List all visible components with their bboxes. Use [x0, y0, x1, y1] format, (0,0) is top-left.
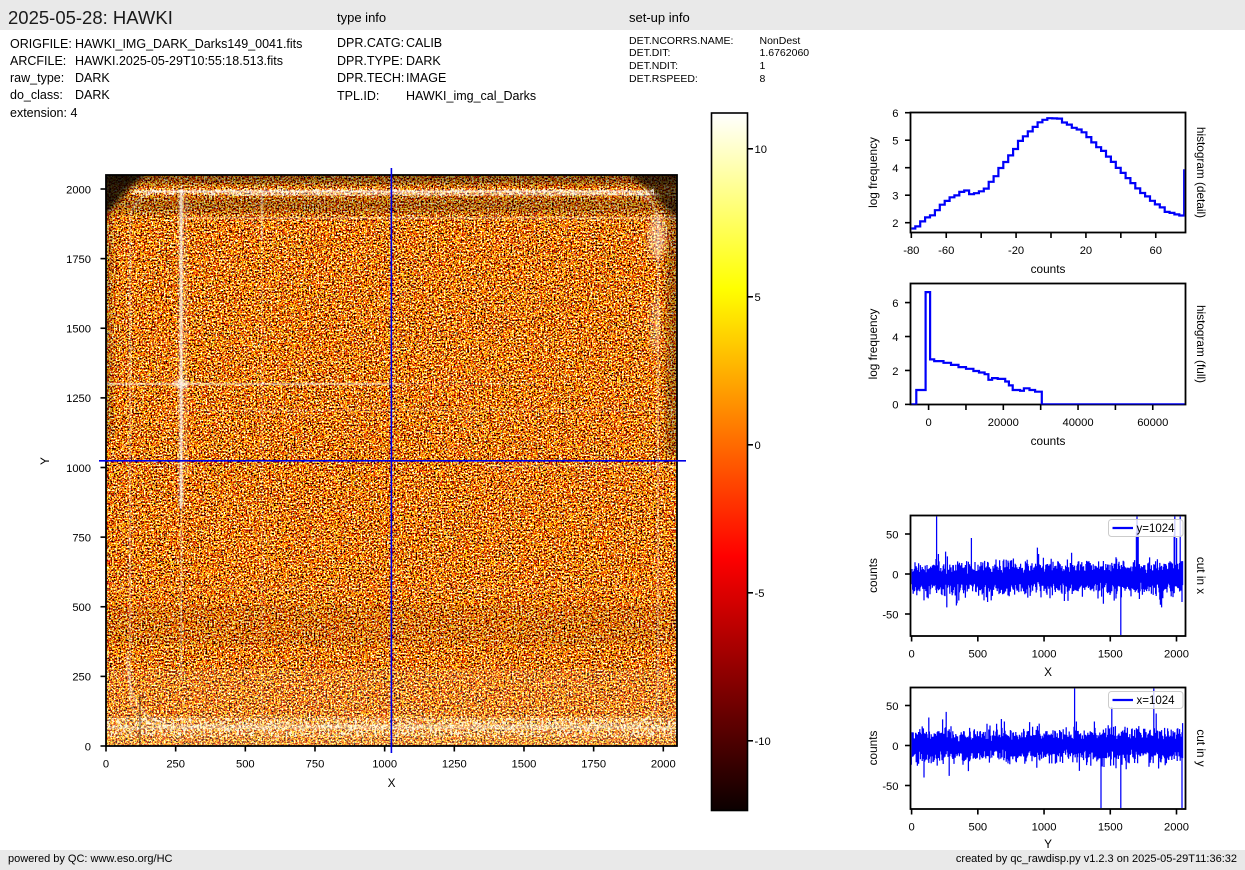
svg-text:1000: 1000	[1032, 649, 1057, 661]
svg-text:1500: 1500	[1098, 649, 1123, 661]
svg-text:y=1024: y=1024	[1137, 523, 1176, 535]
svg-text:0: 0	[892, 569, 898, 581]
svg-text:counts: counts	[1031, 262, 1066, 276]
svg-text:x=1024: x=1024	[1137, 695, 1176, 707]
svg-text:4: 4	[892, 332, 898, 344]
svg-text:20000: 20000	[988, 417, 1019, 429]
svg-text:-50: -50	[882, 609, 898, 621]
svg-text:10: 10	[755, 144, 767, 156]
svg-text:0: 0	[892, 741, 898, 753]
svg-text:1500: 1500	[1098, 822, 1123, 834]
svg-text:2000: 2000	[1164, 649, 1189, 661]
svg-text:6: 6	[892, 108, 898, 120]
svg-text:0: 0	[103, 759, 109, 771]
svg-text:1750: 1750	[581, 759, 606, 771]
svg-text:60: 60	[1150, 245, 1162, 257]
svg-text:500: 500	[72, 602, 91, 614]
svg-text:1000: 1000	[1032, 822, 1057, 834]
svg-text:0: 0	[908, 649, 914, 661]
svg-text:1500: 1500	[66, 324, 91, 336]
svg-text:500: 500	[968, 822, 987, 834]
svg-text:X: X	[388, 776, 396, 790]
svg-text:2000: 2000	[651, 759, 676, 771]
svg-text:1000: 1000	[66, 463, 91, 475]
svg-text:4: 4	[892, 163, 898, 175]
svg-text:40000: 40000	[1062, 417, 1093, 429]
svg-text:-80: -80	[903, 245, 919, 257]
svg-text:0: 0	[925, 417, 931, 429]
svg-text:50: 50	[886, 701, 898, 713]
svg-text:0: 0	[892, 400, 898, 412]
svg-text:-10: -10	[755, 736, 771, 748]
svg-text:1000: 1000	[372, 759, 397, 771]
svg-text:-50: -50	[882, 781, 898, 793]
svg-text:Y: Y	[38, 457, 52, 465]
svg-text:1250: 1250	[66, 393, 91, 405]
svg-text:cut in y: cut in y	[1194, 729, 1208, 766]
svg-text:20: 20	[1080, 245, 1092, 257]
svg-text:0: 0	[755, 440, 761, 452]
svg-text:2000: 2000	[1164, 822, 1189, 834]
svg-text:2000: 2000	[66, 184, 91, 196]
svg-text:log frequency: log frequency	[866, 308, 880, 379]
svg-text:1750: 1750	[66, 254, 91, 266]
svg-text:counts: counts	[1031, 434, 1066, 448]
svg-text:log frequency: log frequency	[866, 137, 880, 208]
svg-text:histogram (detail): histogram (detail)	[1194, 127, 1208, 218]
svg-text:counts: counts	[866, 731, 880, 766]
svg-text:250: 250	[166, 759, 185, 771]
svg-text:2: 2	[892, 218, 898, 230]
svg-text:-60: -60	[938, 245, 954, 257]
svg-text:histogram (full): histogram (full)	[1194, 305, 1208, 383]
svg-text:X: X	[1044, 665, 1052, 679]
svg-text:1500: 1500	[512, 759, 537, 771]
svg-text:1250: 1250	[442, 759, 467, 771]
svg-text:3: 3	[892, 191, 898, 203]
svg-text:6: 6	[892, 298, 898, 310]
svg-text:5: 5	[755, 292, 761, 304]
svg-text:750: 750	[306, 759, 325, 771]
svg-text:500: 500	[236, 759, 255, 771]
svg-text:5: 5	[892, 136, 898, 148]
svg-text:750: 750	[72, 532, 91, 544]
svg-text:-5: -5	[755, 588, 765, 600]
svg-text:50: 50	[886, 529, 898, 541]
svg-text:250: 250	[72, 672, 91, 684]
svg-text:0: 0	[908, 822, 914, 834]
svg-text:500: 500	[968, 649, 987, 661]
svg-text:cut in x: cut in x	[1194, 557, 1208, 594]
svg-text:0: 0	[85, 741, 91, 753]
svg-text:-20: -20	[1008, 245, 1024, 257]
svg-text:Y: Y	[1044, 837, 1052, 851]
svg-text:counts: counts	[866, 558, 880, 593]
svg-text:60000: 60000	[1137, 417, 1168, 429]
svg-text:2: 2	[892, 366, 898, 378]
